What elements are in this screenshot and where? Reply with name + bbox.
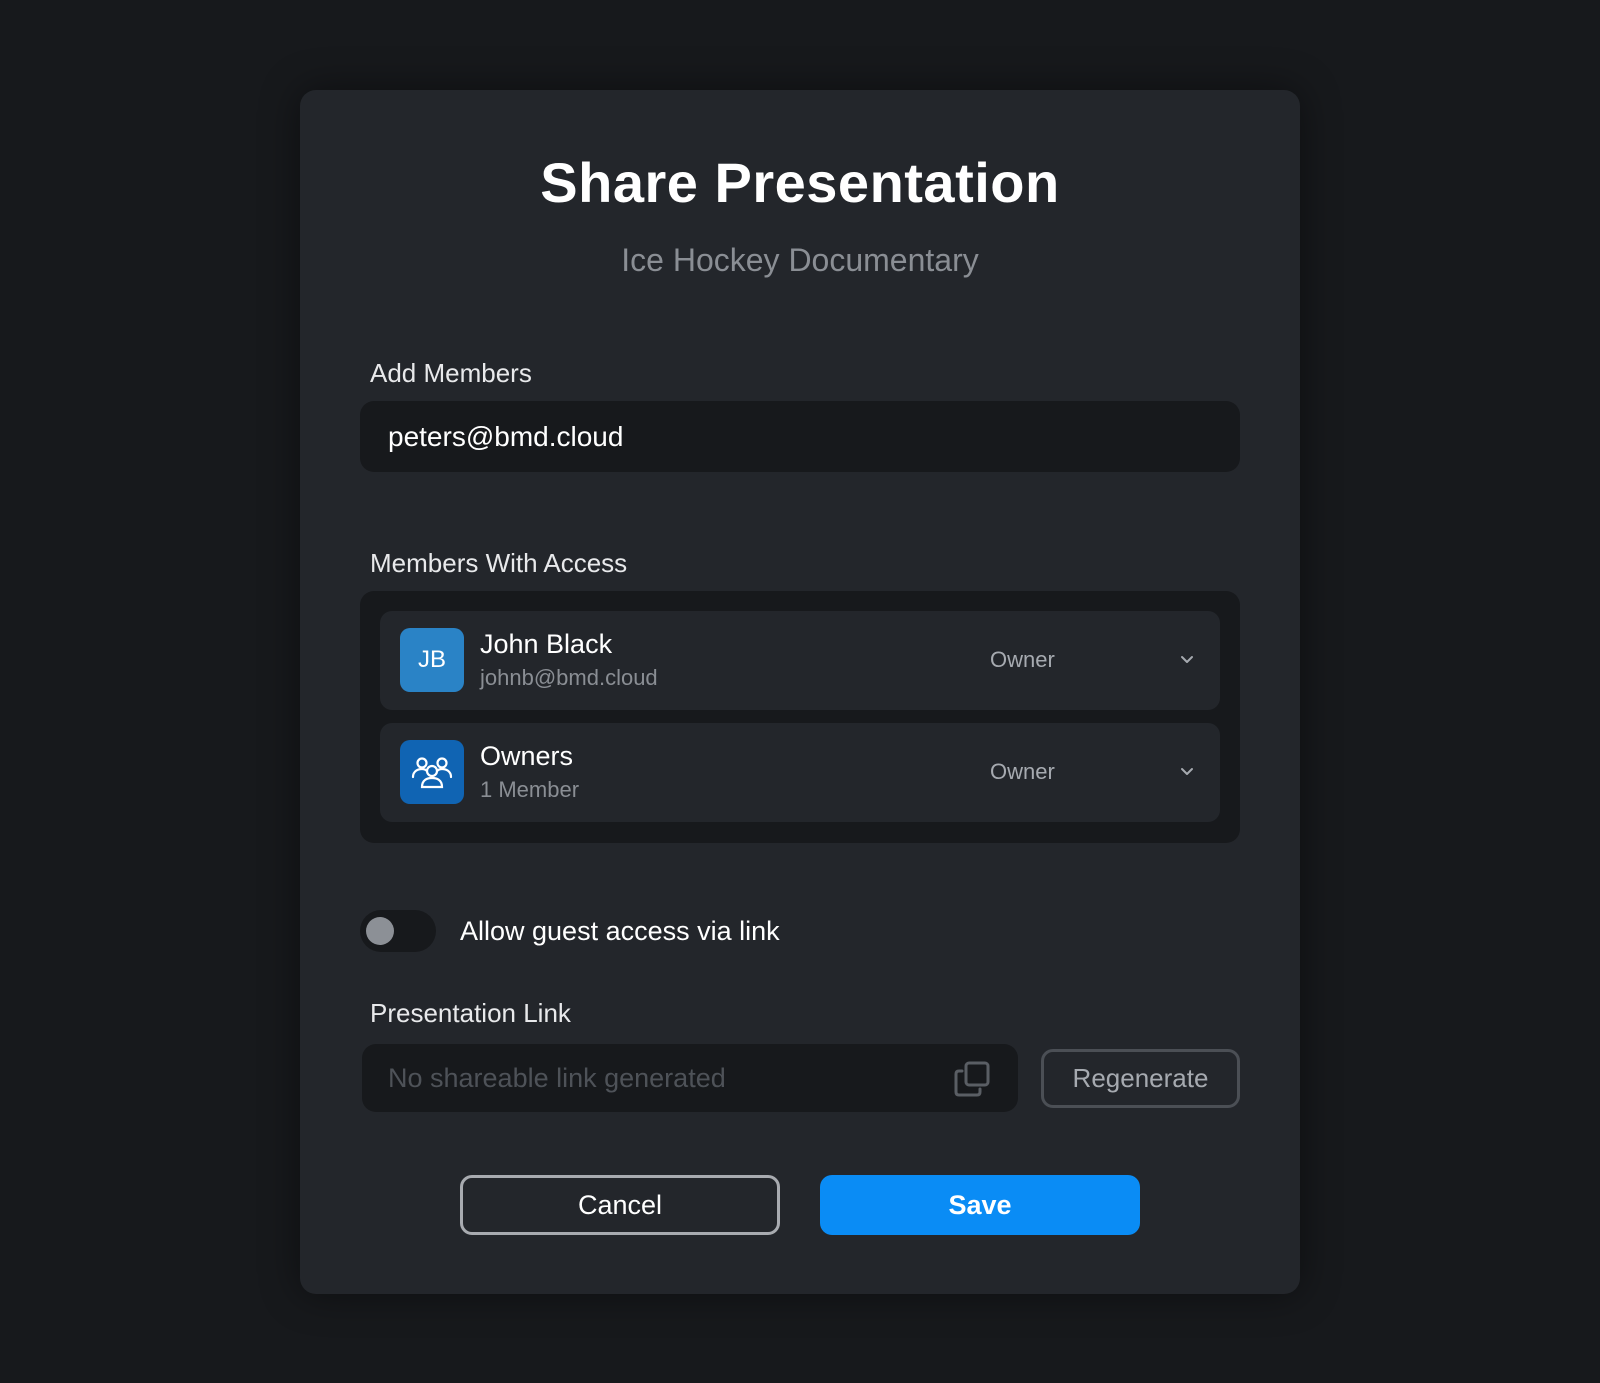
avatar: JB <box>400 628 464 692</box>
copy-icon[interactable] <box>952 1059 992 1099</box>
user-group-icon <box>411 757 453 789</box>
add-members-input[interactable] <box>360 401 1240 472</box>
chevron-down-icon <box>1181 768 1193 775</box>
save-button[interactable]: Save <box>820 1175 1140 1235</box>
dialog-subtitle: Ice Hockey Documentary <box>621 242 979 278</box>
chevron-down-icon <box>1181 656 1193 663</box>
member-row-owners: Owners 1 Member Owner <box>380 723 1220 822</box>
presentation-link-field <box>362 1044 1018 1112</box>
presentation-link-label: Presentation Link <box>370 998 571 1028</box>
member-email: johnb@bmd.cloud <box>480 665 658 690</box>
members-with-access-label: Members With Access <box>370 548 628 578</box>
role-value: Owner <box>990 647 1055 672</box>
toggle-knob <box>366 917 394 945</box>
role-select[interactable]: Owner <box>965 753 1195 793</box>
member-name: Owners <box>480 741 574 771</box>
presentation-link-input[interactable] <box>362 1044 922 1112</box>
add-members-label: Add Members <box>370 358 532 388</box>
guest-access-toggle[interactable] <box>360 910 436 952</box>
member-name: John Black <box>480 629 613 659</box>
regenerate-button[interactable]: Regenerate <box>1041 1049 1240 1108</box>
role-value: Owner <box>990 759 1055 784</box>
share-presentation-dialog: Share Presentation Ice Hockey Documentar… <box>300 90 1300 1294</box>
cancel-button[interactable]: Cancel <box>460 1175 780 1235</box>
members-list: JB John Black johnb@bmd.cloud Owner Owne… <box>360 591 1240 843</box>
member-count: 1 Member <box>480 777 580 802</box>
member-row-john-black: JB John Black johnb@bmd.cloud Owner <box>380 611 1220 710</box>
avatar <box>400 740 464 804</box>
role-select[interactable]: Owner <box>965 641 1195 681</box>
dialog-title: Share Presentation <box>540 151 1060 214</box>
guest-access-label: Allow guest access via link <box>460 916 780 946</box>
